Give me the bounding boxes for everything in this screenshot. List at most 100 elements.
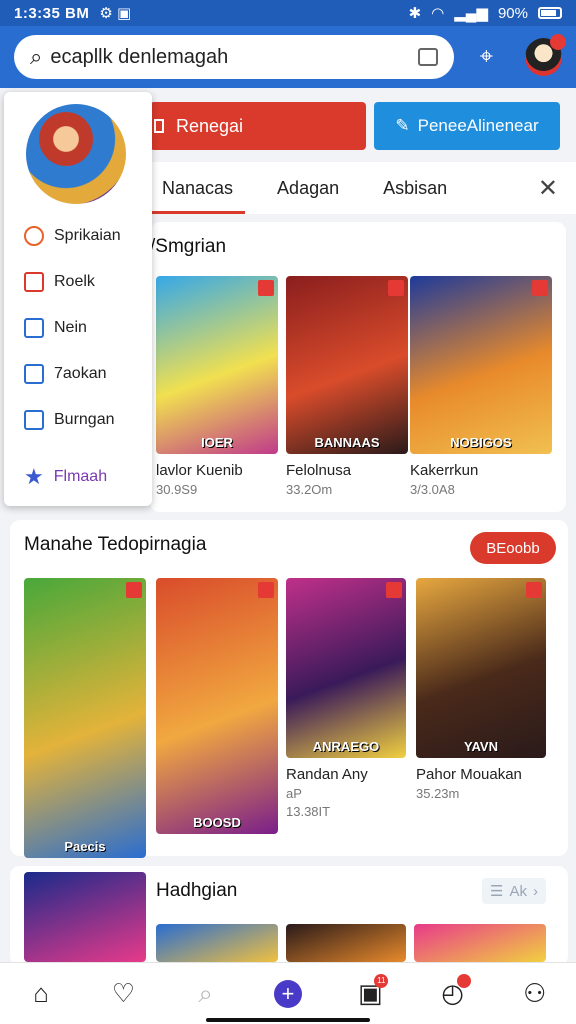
search-icon: ⌕ (30, 44, 43, 69)
game-thumbnail-partial[interactable] (414, 924, 546, 962)
game-tile[interactable]: NOBIGOS Kakerrkun 3/3.0A8 (410, 276, 552, 497)
game-name: Kakerrkun (410, 462, 479, 479)
battery-text: 90% (497, 4, 528, 22)
tab-1-label: Adagan (277, 177, 340, 198)
game-thumbnail: ANRAEGO (286, 578, 406, 758)
tab-0-label: Nanacas (162, 177, 234, 198)
game-tile[interactable]: IOER lavlor Kuenib 30.9S9 (156, 276, 278, 497)
tab-2-label: Asbisan (383, 177, 448, 198)
game-banner: Paecis (64, 839, 106, 854)
side-menu-label: Nein (54, 319, 87, 336)
game-corner-badge (126, 582, 142, 598)
plus-icon: + (273, 979, 302, 1008)
profile-avatar[interactable] (26, 104, 126, 204)
document-icon (154, 119, 164, 133)
status-icons: ✱ ◠ ▂▄▆ 90% (409, 4, 562, 22)
avatar[interactable] (524, 34, 566, 76)
game-corner-badge (258, 582, 274, 598)
game-tile[interactable]: BANNAAS Felolnusa 33.2Om (286, 276, 408, 497)
side-menu-item[interactable]: Sprikaian (24, 226, 121, 246)
game-name: Randan Any (286, 766, 368, 783)
gear-icon (24, 318, 44, 338)
battery-icon (538, 7, 562, 19)
section-2-title: Manahe Tedopirnagia (24, 534, 207, 555)
game-banner: NOBIGOS (450, 435, 512, 450)
game-tile[interactable]: Paecis (24, 578, 146, 858)
game-meta: 33.2Om (286, 482, 333, 497)
game-thumbnail: BOOSD (156, 578, 278, 834)
list-view-button[interactable]: ☰ Ak › (482, 878, 546, 904)
side-menu-item[interactable]: Burngan (24, 410, 115, 430)
status-time: 1:3:35 BM (14, 4, 90, 22)
search-input[interactable]: ⌕ ecapllk denlemagah (14, 35, 454, 79)
avatar-badge (550, 34, 566, 50)
list-icon: ☰ (490, 883, 504, 900)
game-meta: 35.23m (416, 786, 460, 801)
game-tile[interactable]: BOOSD (156, 578, 278, 834)
game-corner-badge (258, 280, 274, 296)
image-search-icon[interactable] (417, 48, 438, 66)
action-row: Renegai ✎ PeneeAlinenear (150, 102, 570, 152)
compass-icon[interactable]: ◴ (433, 973, 473, 1014)
game-thumbnail-partial[interactable] (156, 924, 278, 962)
home-icon[interactable]: ⌂ (21, 974, 61, 1014)
game-tile[interactable]: ANRAEGO Randan Any aP 13.38IT (286, 578, 406, 819)
tab-0[interactable]: Nanacas (150, 162, 246, 214)
tab-bar: Nanacas Adagan Asbisan ✕ (150, 162, 576, 214)
screen-icon (24, 272, 44, 292)
compass-badge (456, 973, 471, 988)
game-thumbnail: BANNAAS (286, 276, 408, 454)
status-bar: 1:3:35 BM ⚙ ▣ ✱ ◠ ▂▄▆ 90% (0, 0, 576, 26)
inbox-badge: 11 (374, 973, 389, 988)
game-sub: aP (286, 786, 302, 801)
inbox-icon[interactable]: ▣ 11 (350, 973, 390, 1014)
red-action-button[interactable]: Renegai (150, 102, 366, 150)
tab-2[interactable]: Asbisan (371, 162, 459, 214)
location-button[interactable]: ⌖ (468, 38, 505, 76)
home-indicator (206, 1018, 370, 1022)
location-pin-icon: ⌖ (479, 43, 494, 70)
side-menu-item[interactable]: 7aokan (24, 364, 107, 384)
game-name: Pahor Mouakan (416, 766, 522, 783)
game-thumbnail-partial[interactable] (24, 872, 146, 962)
bottom-nav: ⌂ ♡ ⌕ + ▣ 11 ◴ ⚇ (0, 962, 576, 1024)
target-icon (24, 226, 44, 246)
tab-1[interactable]: Adagan (265, 162, 351, 214)
profile-icon[interactable]: ⚇ (515, 974, 555, 1014)
signal-icon: ▂▄▆ (454, 5, 488, 22)
side-menu-label: Sprikaian (54, 227, 121, 244)
game-meta: 30.9S9 (156, 482, 198, 497)
search-nav-icon[interactable]: ⌕ (186, 974, 226, 1014)
game-banner: ANRAEGO (312, 739, 380, 754)
side-menu-item[interactable]: Roelk (24, 272, 95, 292)
red-action-label: Renegai (176, 115, 244, 136)
side-menu-label: 7aokan (54, 365, 107, 382)
game-thumbnail: Paecis (24, 578, 146, 858)
top-header: ⌕ ecapllk denlemagah ⌖ (0, 26, 576, 88)
game-thumbnail: IOER (156, 276, 278, 454)
list-label: Ak (509, 882, 527, 900)
chevron-right-icon: › (533, 882, 538, 900)
game-meta: 3/3.0A8 (410, 482, 455, 497)
bluetooth-icon: ✱ (408, 5, 422, 22)
blue-action-button[interactable]: ✎ PeneeAlinenear (374, 102, 560, 150)
game-corner-badge (388, 280, 404, 296)
section-1-title: /Smgrian (150, 236, 227, 257)
add-button[interactable]: + (268, 974, 308, 1014)
heart-icon[interactable]: ♡ (103, 974, 143, 1014)
star-icon: ★ (24, 464, 44, 489)
blue-action-label: PeneeAlinenear (417, 116, 539, 135)
view-all-button[interactable]: BEoobb (470, 532, 556, 564)
side-featured-item[interactable]: ★ Flmaah (24, 464, 107, 490)
close-icon[interactable]: ✕ (538, 174, 558, 203)
search-value: ecapllk denlemagah (50, 45, 229, 68)
game-corner-badge (386, 582, 402, 598)
side-menu-item[interactable]: Nein (24, 318, 87, 338)
game-thumbnail-partial[interactable] (286, 924, 406, 962)
game-banner: YAVN (464, 739, 498, 754)
game-tile[interactable]: YAVN Pahor Mouakan 35.23m (416, 578, 546, 801)
side-menu-label: Burngan (54, 411, 115, 428)
game-thumbnail: NOBIGOS (410, 276, 552, 454)
game-corner-badge (532, 280, 548, 296)
notification-icon: ⚙ ▣ (99, 5, 132, 22)
